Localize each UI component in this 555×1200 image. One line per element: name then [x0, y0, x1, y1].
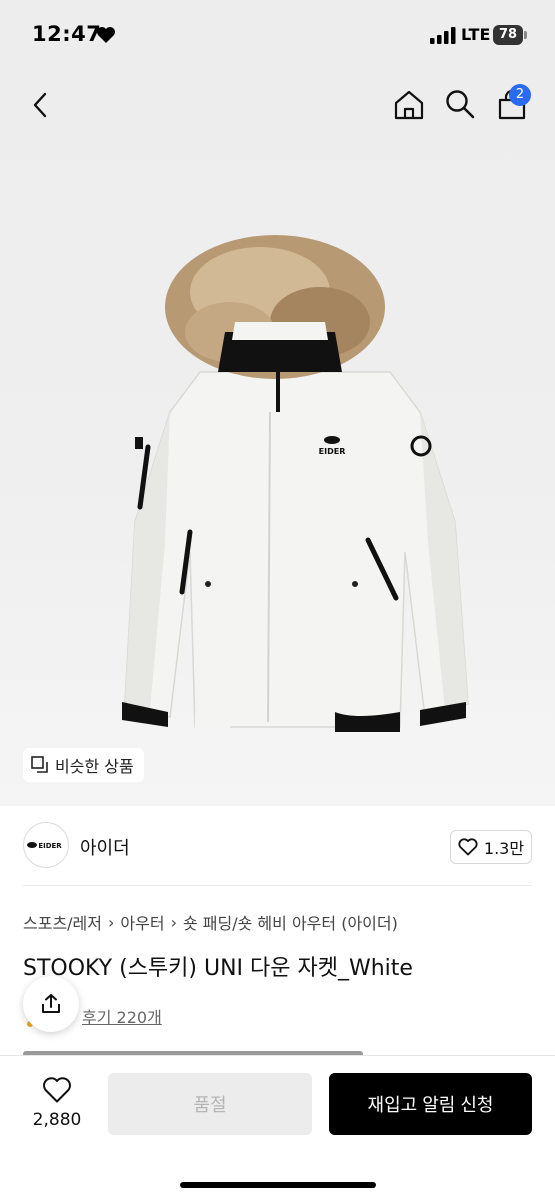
breadcrumb: 스포츠/레저 › 아우터 › 숏 패딩/숏 헤비 아우터 (아이더) [23, 910, 398, 934]
heart-filled-icon [97, 27, 115, 43]
product-jacket-image: EIDER [122, 235, 469, 732]
network-label: LTE [461, 25, 491, 44]
status-time: 12:47 [32, 22, 102, 46]
home-icon[interactable] [392, 88, 426, 122]
chevron-right-icon: › [170, 912, 177, 932]
search-icon[interactable] [444, 88, 476, 120]
heart-outline-icon [458, 838, 478, 856]
home-indicator [180, 1182, 376, 1188]
brand-logo[interactable]: EIDER [23, 822, 69, 868]
brand-name[interactable]: 아이더 [80, 834, 130, 860]
divider [23, 885, 532, 886]
wishlist-count: 2,880 [32, 1110, 82, 1130]
soldout-button: 품절 [108, 1073, 312, 1135]
share-icon [42, 994, 60, 1013]
review-link[interactable]: 후기 220개 [82, 1004, 162, 1028]
battery-tip [524, 31, 527, 39]
breadcrumb-item[interactable]: 숏 패딩/숏 헤비 아우터 (아이더) [183, 910, 398, 934]
stacked-squares-icon [31, 756, 48, 773]
breadcrumb-item[interactable]: 아우터 [120, 910, 164, 934]
bottom-action-bar: 2,880 품절 재입고 알림 신청 [0, 1055, 555, 1200]
wishlist-button[interactable]: 2,880 [26, 1076, 88, 1130]
brand-like-count: 1.3만 [483, 839, 525, 858]
eider-logo-icon: EIDER [27, 842, 62, 850]
product-title: STOOKY (스투키) UNI 다운 자켓_White [23, 956, 413, 981]
chevron-left-icon[interactable] [26, 90, 56, 120]
brand-like-button[interactable]: 1.3만 [450, 830, 532, 864]
status-bar: 12:47 LTE 78 [0, 0, 555, 72]
brand-row[interactable]: EIDER 아이더 1.3만 [0, 806, 555, 886]
similar-products-button[interactable]: 비슷한 상품 [23, 748, 144, 782]
breadcrumb-item[interactable]: 스포츠/레저 [23, 910, 102, 934]
jacket-logo: EIDER [319, 447, 346, 456]
similar-products-label: 비슷한 상품 [55, 757, 134, 776]
signal-icon [430, 27, 456, 44]
share-button[interactable] [23, 976, 79, 1032]
brand-logo-text: EIDER [38, 842, 62, 850]
chevron-right-icon: › [108, 912, 115, 932]
battery-level: 78 [493, 25, 523, 45]
product-image-area[interactable]: 2 EIDER 비슷한 상품 [0, 72, 555, 806]
cart-count-badge: 2 [509, 84, 531, 106]
restock-alert-button[interactable]: 재입고 알림 신청 [329, 1073, 532, 1135]
heart-outline-icon [43, 1077, 71, 1103]
